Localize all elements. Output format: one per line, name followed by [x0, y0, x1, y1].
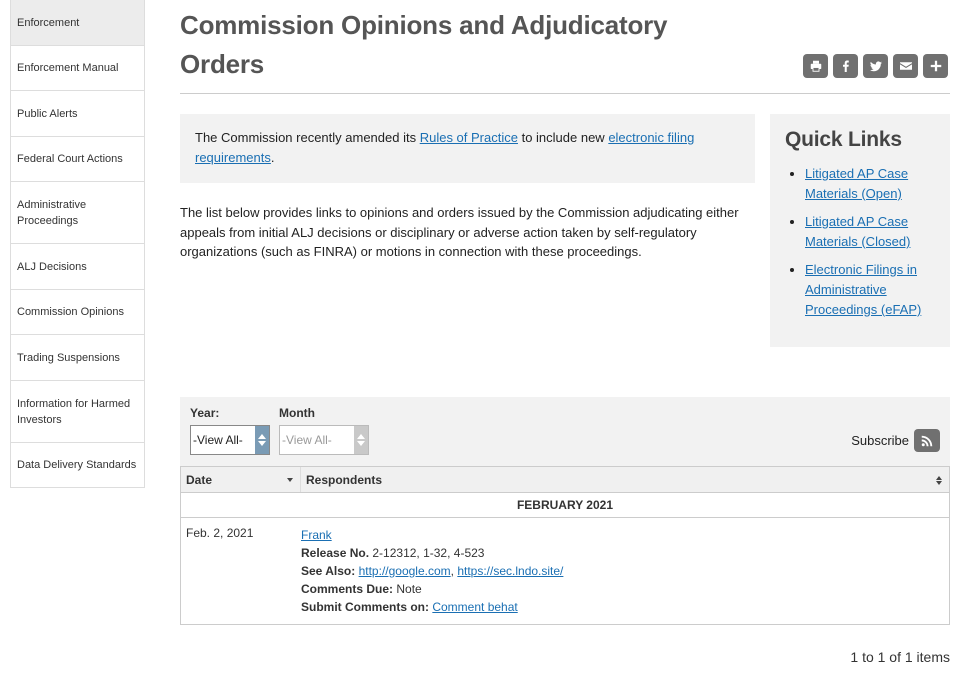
facebook-icon	[842, 60, 849, 72]
month-group-header: FEBRUARY 2021	[181, 493, 949, 518]
notice-text-middle: to include new	[517, 130, 609, 145]
email-button[interactable]	[893, 54, 918, 78]
month-filter: Month -View All-	[279, 406, 369, 455]
quick-link-item: Electronic Filings in Administrative Pro…	[805, 260, 935, 320]
spinner-icon	[354, 426, 368, 454]
sidebar-item-commission-opinions[interactable]: Commission Opinions	[11, 289, 144, 334]
quick-links-list: Litigated AP Case Materials (Open) Litig…	[785, 164, 935, 320]
see-also-link-2[interactable]: https://sec.lndo.site/	[457, 564, 563, 578]
twitter-button[interactable]	[863, 54, 888, 78]
plus-icon	[930, 60, 941, 72]
year-select[interactable]: -View All-	[190, 425, 270, 455]
year-label: Year:	[190, 406, 220, 420]
table-row: Feb. 2, 2021 Frank Release No. 2-12312, …	[181, 518, 949, 624]
sidebar-item-public-alerts[interactable]: Public Alerts	[11, 90, 144, 136]
rules-of-practice-link[interactable]: Rules of Practice	[420, 130, 518, 145]
sidebar-item-trading-suspensions[interactable]: Trading Suspensions	[11, 334, 144, 380]
see-also-label: See Also:	[301, 564, 356, 578]
sidebar-item-alj-decisions[interactable]: ALJ Decisions	[11, 243, 144, 289]
row-details: Frank Release No. 2-12312, 1-32, 4-523 S…	[301, 526, 949, 616]
year-select-value: -View All-	[193, 433, 243, 447]
release-value: 2-12312, 1-32, 4-523	[369, 546, 485, 560]
subscribe-label: Subscribe	[851, 433, 909, 448]
date-column-header[interactable]: Date	[181, 467, 301, 492]
sidebar-item-information-for-harmed-investors[interactable]: Information for Harmed Investors	[11, 380, 144, 442]
sidebar-nav: Enforcement Enforcement Manual Public Al…	[10, 0, 145, 488]
notice-text-after: .	[270, 150, 275, 165]
comments-due-label: Comments Due:	[301, 582, 394, 596]
submit-comments-label: Submit Comments on:	[301, 600, 429, 614]
print-icon	[810, 60, 821, 72]
subscribe-control[interactable]: Subscribe	[851, 429, 940, 452]
sidebar-item-administrative-proceedings[interactable]: Administrative Proceedings	[11, 181, 144, 243]
respondents-column-header[interactable]: Respondents	[301, 467, 949, 492]
quick-link-closed[interactable]: Litigated AP Case Materials (Closed)	[805, 214, 910, 249]
print-button[interactable]	[803, 54, 828, 78]
respondent-link[interactable]: Frank	[301, 528, 332, 542]
pagination-summary: 1 to 1 of 1 items	[850, 649, 950, 665]
quick-link-open[interactable]: Litigated AP Case Materials (Open)	[805, 166, 908, 201]
sort-icon	[936, 476, 943, 485]
row-date: Feb. 2, 2021	[186, 526, 254, 540]
notice-text-before: The Commission recently amended its	[195, 130, 420, 145]
quick-link-item: Litigated AP Case Materials (Closed)	[805, 212, 935, 252]
month-select-value: -View All-	[282, 433, 332, 447]
email-icon	[899, 62, 912, 70]
facebook-button[interactable]	[833, 54, 858, 78]
respondents-header-label: Respondents	[306, 473, 383, 487]
release-label: Release No.	[301, 546, 370, 560]
see-also-link-1[interactable]: http://google.com	[359, 564, 451, 578]
quick-link-item: Litigated AP Case Materials (Open)	[805, 164, 935, 204]
share-toolbar	[803, 54, 948, 78]
more-share-button[interactable]	[923, 54, 948, 78]
comments-due-value: Note	[393, 582, 422, 596]
opinions-table: Date Respondents FEBRUARY 2021 Feb. 2, 2…	[180, 466, 950, 625]
month-label: Month	[279, 406, 315, 420]
year-filter: Year: -View All-	[190, 406, 270, 455]
sort-icon	[287, 478, 294, 482]
spinner-icon	[255, 426, 269, 454]
twitter-icon	[869, 61, 882, 72]
filter-bar: Year: -View All- Month -View All- Subscr…	[180, 397, 950, 467]
date-header-label: Date	[186, 473, 213, 487]
intro-paragraph: The list below provides links to opinion…	[180, 205, 739, 259]
quick-links-title: Quick Links	[785, 128, 902, 151]
quick-link-efap[interactable]: Electronic Filings in Administrative Pro…	[805, 262, 921, 317]
title-divider	[180, 93, 950, 94]
rss-button[interactable]	[914, 429, 940, 452]
sidebar-item-federal-court-actions[interactable]: Federal Court Actions	[11, 136, 144, 181]
month-select[interactable]: -View All-	[279, 425, 369, 455]
sidebar-item-enforcement-manual[interactable]: Enforcement Manual	[11, 45, 144, 90]
notice-box: The Commission recently amended its Rule…	[180, 114, 755, 183]
rss-icon	[921, 435, 933, 446]
sidebar-item-data-delivery-standards[interactable]: Data Delivery Standards	[11, 442, 144, 487]
page-title: Commission Opinions and Adjudicatory Ord…	[180, 10, 668, 79]
table-header: Date Respondents	[181, 467, 949, 493]
submit-comments-link[interactable]: Comment behat	[432, 600, 517, 614]
quick-links-panel: Quick Links Litigated AP Case Materials …	[770, 114, 950, 347]
sidebar-item-enforcement[interactable]: Enforcement	[11, 0, 144, 45]
